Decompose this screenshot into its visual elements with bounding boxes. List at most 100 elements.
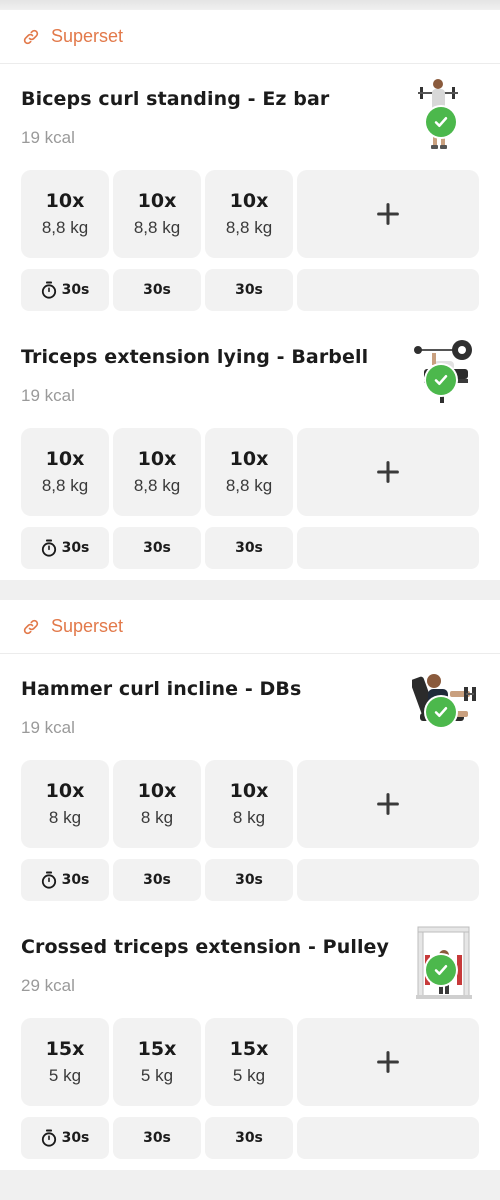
set-weight: 8,8 kg bbox=[41, 218, 89, 237]
exercise-kcal: 19 kcal bbox=[21, 386, 75, 405]
set-cell[interactable]: 10x 8,8 kg bbox=[113, 170, 201, 258]
superset-header[interactable]: Superset bbox=[0, 600, 500, 654]
exercise-title[interactable]: Triceps extension lying - Barbell bbox=[21, 346, 368, 368]
set-cell[interactable]: 10x 8 kg bbox=[21, 760, 109, 848]
set-weight: 8,8 kg bbox=[133, 218, 181, 237]
superset-card: Superset Hammer curl incline - DBs 19 kc… bbox=[0, 600, 500, 1170]
set-weight: 8,8 kg bbox=[225, 218, 273, 237]
completed-check-icon bbox=[426, 955, 456, 985]
rest-time: 30s bbox=[143, 872, 171, 888]
set-cell[interactable]: 10x 8,8 kg bbox=[21, 170, 109, 258]
rest-time: 30s bbox=[61, 872, 90, 888]
timer-icon bbox=[41, 281, 57, 299]
plus-icon bbox=[375, 1049, 401, 1075]
exercise-item: Crossed triceps extension - Pulley 29 kc… bbox=[0, 912, 500, 1170]
timer-icon bbox=[41, 1129, 57, 1147]
set-reps: 10x bbox=[229, 448, 269, 470]
set-reps: 10x bbox=[45, 780, 85, 802]
set-reps: 10x bbox=[137, 190, 177, 212]
add-set-button[interactable] bbox=[297, 170, 479, 258]
superset-card: Superset Biceps curl standing - Ez bar 1… bbox=[0, 10, 500, 580]
link-icon bbox=[22, 618, 40, 636]
exercise-title[interactable]: Hammer curl incline - DBs bbox=[21, 678, 301, 700]
set-cell[interactable]: 10x 8 kg bbox=[205, 760, 293, 848]
set-reps: 15x bbox=[229, 1038, 269, 1060]
set-weight: 8,8 kg bbox=[225, 476, 273, 495]
set-cell[interactable]: 10x 8 kg bbox=[113, 760, 201, 848]
set-cell[interactable]: 10x 8,8 kg bbox=[113, 428, 201, 516]
rest-cell[interactable]: 30s bbox=[205, 859, 293, 901]
set-cell[interactable]: 15x 5 kg bbox=[205, 1018, 293, 1106]
rest-cell[interactable]: 30s bbox=[113, 1117, 201, 1159]
rest-cell[interactable]: 30s bbox=[21, 269, 109, 311]
add-set-button[interactable] bbox=[297, 1018, 479, 1106]
rest-cell[interactable]: 30s bbox=[113, 269, 201, 311]
exercise-thumbnail[interactable] bbox=[410, 667, 478, 743]
exercise-kcal: 29 kcal bbox=[21, 976, 75, 995]
set-reps: 10x bbox=[229, 780, 269, 802]
set-reps: 10x bbox=[229, 190, 269, 212]
set-weight: 5 kg bbox=[48, 1066, 82, 1085]
rest-time: 30s bbox=[61, 1130, 90, 1146]
completed-check-icon bbox=[426, 107, 456, 137]
set-cell[interactable]: 15x 5 kg bbox=[21, 1018, 109, 1106]
superset-header[interactable]: Superset bbox=[0, 10, 500, 64]
set-cell[interactable]: 10x 8,8 kg bbox=[205, 170, 293, 258]
exercise-kcal: 19 kcal bbox=[21, 718, 75, 737]
rest-empty-cell bbox=[297, 1117, 479, 1159]
exercise-thumbnail[interactable] bbox=[412, 925, 478, 1001]
rest-row: 30s 30s 30s bbox=[21, 859, 479, 901]
rest-cell[interactable]: 30s bbox=[205, 269, 293, 311]
rest-row: 30s 30s 30s bbox=[21, 1117, 479, 1159]
exercise-item: Hammer curl incline - DBs 19 kcal 10x 8 bbox=[0, 654, 500, 912]
set-reps: 10x bbox=[137, 448, 177, 470]
add-set-button[interactable] bbox=[297, 428, 479, 516]
set-cell[interactable]: 10x 8,8 kg bbox=[205, 428, 293, 516]
set-cell[interactable]: 10x 8,8 kg bbox=[21, 428, 109, 516]
rest-cell[interactable]: 30s bbox=[205, 1117, 293, 1159]
set-cell[interactable]: 15x 5 kg bbox=[113, 1018, 201, 1106]
timer-icon bbox=[41, 871, 57, 889]
set-reps: 10x bbox=[45, 448, 85, 470]
exercise-item: Triceps extension lying - Barbell 19 kca… bbox=[0, 322, 500, 580]
exercise-title[interactable]: Biceps curl standing - Ez bar bbox=[21, 88, 329, 110]
set-reps: 15x bbox=[45, 1038, 85, 1060]
set-weight: 8,8 kg bbox=[133, 476, 181, 495]
set-reps: 10x bbox=[137, 780, 177, 802]
set-weight: 8,8 kg bbox=[41, 476, 89, 495]
rest-time: 30s bbox=[235, 872, 263, 888]
rest-cell[interactable]: 30s bbox=[21, 1117, 109, 1159]
rest-time: 30s bbox=[61, 540, 90, 556]
top-shade bbox=[0, 0, 500, 10]
rest-time: 30s bbox=[61, 282, 90, 298]
rest-empty-cell bbox=[297, 269, 479, 311]
rest-time: 30s bbox=[235, 282, 263, 298]
rest-row: 30s 30s 30s bbox=[21, 269, 479, 311]
plus-icon bbox=[375, 791, 401, 817]
set-reps: 15x bbox=[137, 1038, 177, 1060]
group-separator bbox=[0, 580, 500, 600]
set-weight: 5 kg bbox=[232, 1066, 266, 1085]
exercise-title[interactable]: Crossed triceps extension - Pulley bbox=[21, 936, 389, 958]
link-icon bbox=[22, 28, 40, 46]
rest-time: 30s bbox=[235, 540, 263, 556]
add-set-button[interactable] bbox=[297, 760, 479, 848]
superset-label: Superset bbox=[51, 616, 124, 636]
rest-time: 30s bbox=[235, 1130, 263, 1146]
rest-cell[interactable]: 30s bbox=[205, 527, 293, 569]
set-weight: 8 kg bbox=[48, 808, 82, 827]
rest-empty-cell bbox=[297, 859, 479, 901]
set-weight: 8 kg bbox=[232, 808, 266, 827]
sets-row: 10x 8,8 kg 10x 8,8 kg 10x 8,8 kg bbox=[21, 428, 479, 516]
exercise-thumbnail[interactable] bbox=[412, 335, 478, 411]
rest-cell[interactable]: 30s bbox=[113, 859, 201, 901]
rest-cell[interactable]: 30s bbox=[21, 527, 109, 569]
exercise-thumbnail[interactable] bbox=[412, 77, 478, 153]
superset-label: Superset bbox=[51, 26, 124, 46]
rest-cell[interactable]: 30s bbox=[21, 859, 109, 901]
rest-empty-cell bbox=[297, 527, 479, 569]
timer-icon bbox=[41, 539, 57, 557]
rest-time: 30s bbox=[143, 540, 171, 556]
exercise-item: Biceps curl standing - Ez bar 19 kcal 10… bbox=[0, 64, 500, 322]
rest-cell[interactable]: 30s bbox=[113, 527, 201, 569]
